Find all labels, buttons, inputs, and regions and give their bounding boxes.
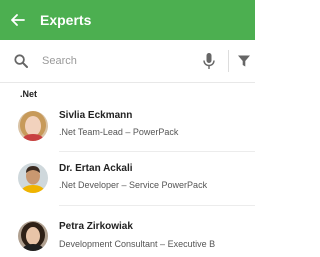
avatar xyxy=(18,221,48,251)
list-divider xyxy=(59,151,255,152)
expert-name: Petra Zirkowiak xyxy=(59,221,133,232)
list-divider xyxy=(59,205,255,206)
search-icon xyxy=(12,52,30,70)
section-header-net: .Net xyxy=(20,89,38,99)
expert-list-item[interactable]: Petra Zirkowiak Development Consultant –… xyxy=(0,207,255,257)
expert-list-item[interactable]: Dr. Ertan Ackali .Net Developer – Servic… xyxy=(0,153,255,203)
filter-icon[interactable] xyxy=(236,52,252,70)
expert-list-item[interactable]: Sivlia Eckmann .Net Team-Lead – PowerPac… xyxy=(0,102,255,152)
arrow-left-icon xyxy=(11,14,25,26)
avatar xyxy=(18,111,48,141)
expert-role: Development Consultant – Executive B xyxy=(59,239,216,249)
search-input[interactable] xyxy=(42,55,182,67)
expert-role: .Net Developer – Service PowerPack xyxy=(59,180,208,190)
search-divider xyxy=(228,50,229,72)
expert-role: .Net Team-Lead – PowerPack xyxy=(59,127,179,137)
microphone-icon[interactable] xyxy=(201,51,217,71)
expert-name: Sivlia Eckmann xyxy=(59,110,133,121)
app-bar: Experts xyxy=(0,0,255,40)
search-bar xyxy=(0,40,255,83)
expert-name: Dr. Ertan Ackali xyxy=(59,163,133,174)
avatar xyxy=(18,163,48,193)
back-button[interactable] xyxy=(10,12,26,28)
page-title: Experts xyxy=(40,12,92,28)
